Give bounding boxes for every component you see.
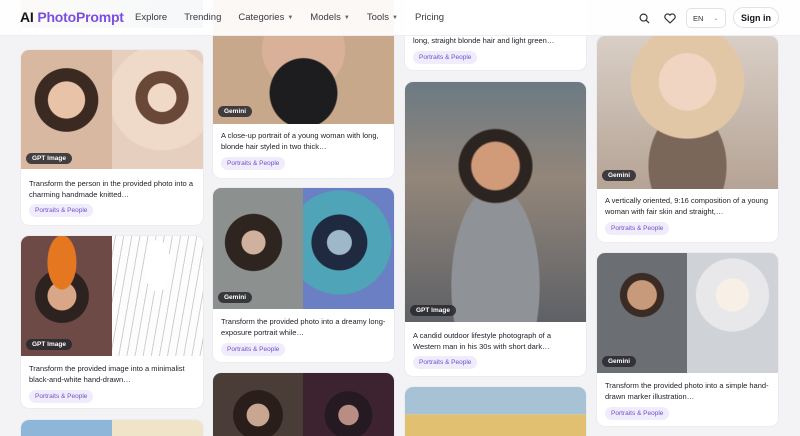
search-icon[interactable]: [637, 11, 651, 25]
site-logo[interactable]: AI PhotoPrompt: [20, 9, 124, 25]
card-description: Transform the provided image into a mini…: [29, 364, 185, 384]
card-image: GPT Image: [21, 236, 203, 356]
original-photo: [21, 50, 112, 169]
nav-label: Trending: [184, 12, 222, 23]
language-select[interactable]: EN ⌄: [686, 8, 726, 28]
prompt-card[interactable]: GPT Image Transform the provided image i…: [21, 236, 203, 408]
chevron-down-icon: ▼: [392, 14, 398, 21]
original-photo: [597, 253, 687, 373]
card-image: [405, 387, 586, 436]
model-badge: Gemini: [602, 356, 637, 367]
prompt-card-partial[interactable]: [213, 373, 394, 436]
nav-explore[interactable]: Explore: [135, 12, 167, 23]
nav-label: Explore: [135, 12, 168, 23]
original-photo: [213, 188, 303, 309]
language-value: EN: [693, 13, 704, 23]
prompt-card[interactable]: Gemini Transform the provided photo into…: [597, 253, 778, 426]
category-tag[interactable]: Portraits & People: [413, 51, 478, 64]
logo-prefix: AI: [20, 9, 34, 25]
main-nav: Explore Trending Categories ▼ Models ▼ Too…: [135, 12, 461, 23]
prompt-card[interactable]: Gemini A vertically oriented, 9:16 compo…: [597, 36, 778, 242]
card-image: Gemini: [597, 253, 778, 373]
card-description: Transform the provided photo into a simp…: [605, 381, 769, 401]
result-photo: [112, 236, 203, 356]
model-badge: GPT Image: [26, 153, 72, 164]
model-badge: Gemini: [218, 292, 253, 303]
chevron-down-icon: ▼: [287, 14, 294, 21]
original-photo: [21, 420, 112, 436]
card-description: Transform the person in the provided pho…: [29, 179, 193, 199]
nav-label: Categories: [238, 12, 285, 23]
prompt-card-partial[interactable]: [21, 420, 203, 436]
nav-pricing[interactable]: Pricing: [415, 12, 444, 23]
original-photo: [21, 236, 112, 356]
card-description: Transform the provided photo into a drea…: [221, 317, 386, 337]
nav-label: Tools: [366, 12, 390, 23]
card-description: A vertically oriented, 9:16 composition …: [605, 196, 769, 216]
chevron-down-icon: ▼: [343, 14, 350, 21]
model-badge: GPT Image: [26, 339, 72, 350]
category-tag[interactable]: Portraits & People: [221, 343, 286, 356]
category-tag[interactable]: Portraits & People: [29, 204, 94, 217]
card-image: [213, 373, 394, 436]
result-photo: [303, 373, 394, 436]
prompt-card-partial[interactable]: [405, 387, 586, 436]
model-badge: Gemini: [218, 106, 253, 117]
nav-trending[interactable]: Trending: [184, 12, 221, 23]
nav-categories[interactable]: Categories ▼: [238, 12, 293, 23]
result-photo: [112, 420, 203, 436]
card-image: [21, 420, 203, 436]
original-photo: [213, 373, 303, 436]
model-badge: Gemini: [602, 170, 637, 181]
result-photo: [687, 253, 778, 373]
card-image: GPT Image: [405, 82, 586, 322]
category-tag[interactable]: Portraits & People: [221, 157, 286, 170]
category-tag[interactable]: Portraits & People: [29, 390, 94, 403]
card-image: Gemini: [213, 188, 394, 309]
prompt-card[interactable]: GPT Image Transform the person in the pr…: [21, 50, 203, 225]
heart-icon[interactable]: [663, 11, 677, 25]
card-image: Gemini: [597, 36, 778, 189]
nav-models[interactable]: Models ▼: [310, 12, 350, 23]
model-badge: GPT Image: [410, 305, 456, 316]
nav-label: Pricing: [415, 12, 445, 23]
card-description: A close-up portrait of a young woman wit…: [221, 131, 379, 151]
chevron-down-icon: ⌄: [713, 15, 719, 22]
top-navbar: AI PhotoPrompt Explore Trending Categori…: [0, 0, 800, 36]
result-photo: [303, 188, 394, 309]
signin-button[interactable]: Sign in: [733, 7, 779, 28]
result-photo: [112, 50, 203, 169]
nav-label: Models: [310, 12, 341, 23]
nav-tools[interactable]: Tools ▼: [367, 12, 398, 23]
logo-name: PhotoPrompt: [37, 9, 124, 25]
card-description: long, straight blonde hair and light gre…: [413, 36, 555, 45]
prompt-card[interactable]: GPT Image A candid outdoor lifestyle pho…: [405, 82, 586, 376]
category-tag[interactable]: Portraits & People: [413, 356, 478, 369]
card-image: GPT Image: [21, 50, 203, 169]
category-tag[interactable]: Portraits & People: [605, 222, 670, 235]
card-description: A candid outdoor lifestyle photograph of…: [413, 331, 552, 351]
category-tag[interactable]: Portraits & People: [605, 407, 670, 420]
prompt-card[interactable]: Gemini Transform the provided photo into…: [213, 188, 394, 362]
